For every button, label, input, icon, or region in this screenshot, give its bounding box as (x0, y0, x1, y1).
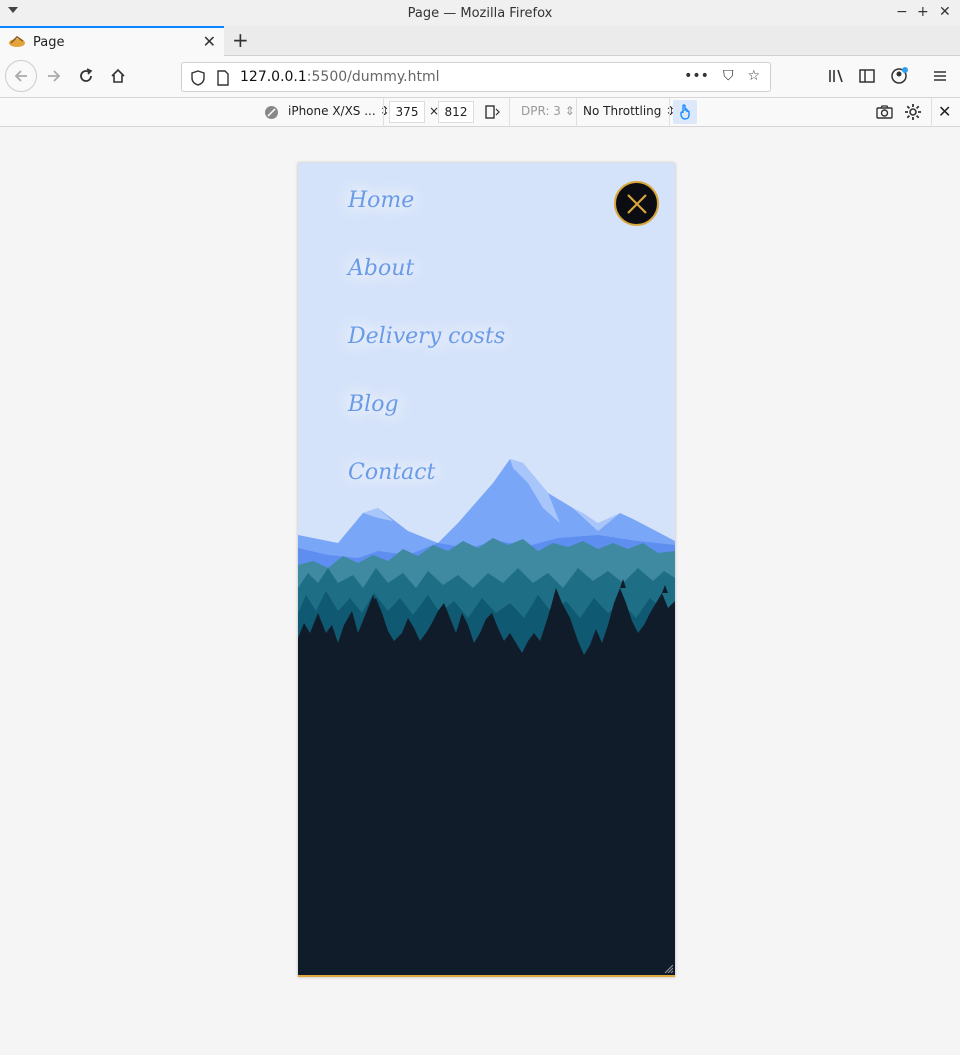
viewport-width-input[interactable]: 375 (389, 101, 425, 123)
url-bar[interactable]: 127.0.0.1:5500/dummy.html ••• ⛉ ☆ (181, 62, 771, 92)
tab-close-icon[interactable]: ✕ (203, 32, 216, 51)
device-icon (265, 106, 278, 119)
home-icon (111, 68, 125, 83)
page-actions-icon[interactable]: ••• (684, 68, 709, 84)
account-icon (891, 67, 908, 84)
tab-label: Page (33, 34, 65, 50)
back-button[interactable] (5, 60, 37, 92)
touch-simulation-button[interactable] (673, 100, 697, 124)
close-rdm-icon[interactable]: ✕ (938, 102, 951, 121)
page-icon (217, 70, 229, 86)
shield-icon[interactable] (191, 70, 205, 86)
hamburger-menu-icon (934, 71, 946, 81)
url-path: :5500/dummy.html (306, 69, 440, 85)
device-name: iPhone X/XS ... (288, 104, 376, 118)
pocket-icon[interactable]: ⛉ (723, 68, 734, 84)
nav-toolbar: 127.0.0.1:5500/dummy.html ••• ⛉ ☆ (0, 56, 960, 98)
nav-link-about[interactable]: About (348, 256, 414, 281)
rdm-toolbar: iPhone X/XS ... ⇕ 375 × 812 DPR: 3 ⇕ No … (0, 98, 960, 127)
window-menu-icon[interactable] (8, 7, 18, 13)
nav-link-home[interactable]: Home (348, 188, 414, 213)
new-tab-icon[interactable]: + (232, 28, 249, 52)
forward-arrow-icon (48, 70, 61, 82)
menu-close-button[interactable] (614, 181, 659, 226)
rotate-icon[interactable] (484, 104, 500, 120)
resize-handle-icon[interactable] (663, 963, 673, 973)
sidebar-icon (859, 69, 875, 83)
nav-link-delivery-costs[interactable]: Delivery costs (348, 324, 505, 349)
maximize-icon[interactable]: + (917, 4, 929, 20)
viewport-bottom-accent (298, 975, 675, 977)
account-button[interactable] (885, 62, 913, 90)
throttling-label: No Throttling (583, 104, 662, 118)
screenshot-icon[interactable] (876, 104, 893, 120)
throttling-selector[interactable]: No Throttling ⇕ (583, 104, 675, 118)
nav-link-contact[interactable]: Contact (348, 460, 435, 485)
window-title: Page — Mozilla Firefox (407, 5, 553, 21)
device-selector[interactable]: iPhone X/XS ... ⇕ (288, 104, 390, 118)
sidebar-button[interactable] (853, 62, 881, 90)
favicon-icon (9, 36, 25, 47)
viewport-height-input[interactable]: 812 (438, 101, 474, 123)
close-x-icon (626, 193, 647, 214)
dpr-label: DPR: 3 (521, 104, 561, 118)
dpr-selector[interactable]: DPR: 3 ⇕ (521, 104, 575, 118)
bookmark-star-icon[interactable]: ☆ (747, 68, 760, 84)
mobile-viewport: Home About Delivery costs Blog Contact (298, 163, 675, 977)
nav-link-blog[interactable]: Blog (348, 392, 399, 417)
minimize-icon[interactable]: − (896, 4, 908, 20)
library-icon (829, 69, 843, 83)
touch-hand-icon (680, 104, 690, 120)
window-titlebar: Page — Mozilla Firefox − + ✕ (0, 0, 960, 26)
forward-button[interactable] (40, 62, 68, 90)
back-arrow-icon (14, 70, 27, 82)
close-window-icon[interactable]: ✕ (939, 4, 951, 20)
url-host: 127.0.0.1 (240, 69, 307, 85)
reload-button[interactable] (72, 62, 100, 90)
reload-icon (80, 68, 93, 82)
library-button[interactable] (822, 62, 850, 90)
app-menu-button[interactable] (926, 62, 954, 90)
mountain-forest-illustration (298, 163, 675, 977)
tab-page[interactable]: Page ✕ (0, 26, 224, 56)
home-button[interactable] (104, 62, 132, 90)
settings-gear-icon[interactable] (904, 103, 922, 121)
tab-strip: Page ✕ + (0, 26, 960, 56)
